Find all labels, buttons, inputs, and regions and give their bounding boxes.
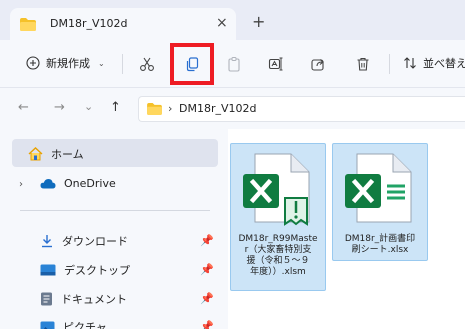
sidebar-divider xyxy=(20,210,210,211)
sidebar-item-pictures[interactable]: ピクチャ xyxy=(40,319,107,329)
sort-icon xyxy=(404,57,416,69)
file-name: DM18r_計画書印 刷シート.xlsx xyxy=(333,234,427,256)
desktop-icon xyxy=(40,264,56,276)
home-icon xyxy=(28,147,43,161)
file-name-line: 年度））.xlsm xyxy=(250,267,306,277)
new-tab-button[interactable]: + xyxy=(252,12,265,31)
pin-icon: 📌 xyxy=(200,234,214,247)
sort-label: 並べ替え xyxy=(423,57,465,70)
share-icon xyxy=(311,59,324,71)
forward-button[interactable]: → xyxy=(54,100,65,115)
cut-button[interactable] xyxy=(137,54,157,74)
breadcrumb-folder[interactable]: DM18r_V102d xyxy=(179,102,256,115)
sidebar-item-home[interactable]: ホーム xyxy=(28,146,84,162)
sidebar-label-onedrive: OneDrive xyxy=(64,177,116,190)
scissors-icon xyxy=(140,57,154,71)
picture-icon xyxy=(40,321,55,329)
sidebar-label-downloads: ダウンロード xyxy=(62,235,128,248)
toolbar-divider xyxy=(389,54,390,74)
new-button[interactable]: 新規作成 ⌄ xyxy=(26,55,105,71)
download-icon xyxy=(42,235,52,248)
file-name-line: r（大家畜特別支 xyxy=(244,245,312,255)
paste-button[interactable] xyxy=(224,54,244,74)
sort-button[interactable]: 並べ替え xyxy=(403,55,465,71)
address-bar: ← → ⌄ ↑ › DM18r_V102d xyxy=(0,87,465,129)
clipboard-icon xyxy=(228,57,240,72)
trash-icon xyxy=(357,57,369,71)
pin-icon: 📌 xyxy=(200,263,214,276)
command-bar: 新規作成 ⌄ 並べ替え xyxy=(0,40,465,87)
sidebar-item-desktop[interactable]: デスクトップ xyxy=(40,262,130,278)
tab-close-icon[interactable]: × xyxy=(216,15,228,31)
sidebar-label-pictures: ピクチャ xyxy=(63,321,107,329)
chevron-down-icon: ⌄ xyxy=(98,58,105,68)
excel-macro-file-icon xyxy=(243,153,310,226)
expand-chevron-icon[interactable]: › xyxy=(19,179,23,190)
sidebar-item-documents[interactable]: ドキュメント xyxy=(40,291,127,307)
plus-circle-icon xyxy=(26,56,40,70)
file-name-line: DM18r_計画書印 xyxy=(344,234,416,244)
sidebar-label-documents: ドキュメント xyxy=(61,293,127,306)
breadcrumb[interactable]: › DM18r_V102d xyxy=(138,96,465,122)
folder-icon xyxy=(20,18,36,31)
tab-dm18r[interactable]: DM18r_V102d × xyxy=(10,8,236,40)
toolbar-divider xyxy=(122,54,123,74)
cloud-icon xyxy=(40,179,56,189)
new-button-label: 新規作成 xyxy=(46,57,90,70)
file-list: DM18r_R99Maste r（大家畜特別支 援（令和５～９ 年度））.xls… xyxy=(228,129,465,329)
excel-file-icon xyxy=(345,153,412,223)
file-name: DM18r_R99Maste r（大家畜特別支 援（令和５～９ 年度））.xls… xyxy=(231,234,325,278)
pin-icon: 📌 xyxy=(200,320,214,329)
file-name-line: DM18r_R99Maste xyxy=(238,234,318,244)
delete-button[interactable] xyxy=(353,54,373,74)
folder-icon xyxy=(147,103,162,115)
document-icon xyxy=(41,292,52,306)
file-name-line: 援（令和５～９ xyxy=(246,256,310,266)
rename-icon xyxy=(268,57,283,71)
recent-locations-button[interactable]: ⌄ xyxy=(84,100,93,113)
file-item[interactable]: DM18r_計画書印 刷シート.xlsx xyxy=(332,143,428,261)
file-item[interactable]: DM18r_R99Maste r（大家畜特別支 援（令和５～９ 年度））.xls… xyxy=(230,143,326,291)
sidebar-label-home: ホーム xyxy=(51,148,84,161)
back-button[interactable]: ← xyxy=(18,100,29,115)
sidebar-item-onedrive[interactable]: OneDrive xyxy=(40,177,116,190)
rename-button[interactable] xyxy=(266,54,286,74)
file-name-line: 刷シート.xlsx xyxy=(351,245,409,255)
copy-highlight-box xyxy=(170,43,214,85)
pin-icon: 📌 xyxy=(200,292,214,305)
sidebar-label-desktop: デスクトップ xyxy=(64,264,130,277)
sidebar-item-downloads[interactable]: ダウンロード xyxy=(40,233,128,249)
up-button[interactable]: ↑ xyxy=(110,100,121,115)
navigation-pane: ホーム › OneDrive ダウンロード 📌 デスクトップ 📌 ドキュメント … xyxy=(0,129,228,329)
share-button[interactable] xyxy=(308,54,328,74)
tab-title: DM18r_V102d xyxy=(50,17,128,30)
breadcrumb-separator: › xyxy=(168,102,173,115)
title-bar: DM18r_V102d × + xyxy=(0,0,465,40)
